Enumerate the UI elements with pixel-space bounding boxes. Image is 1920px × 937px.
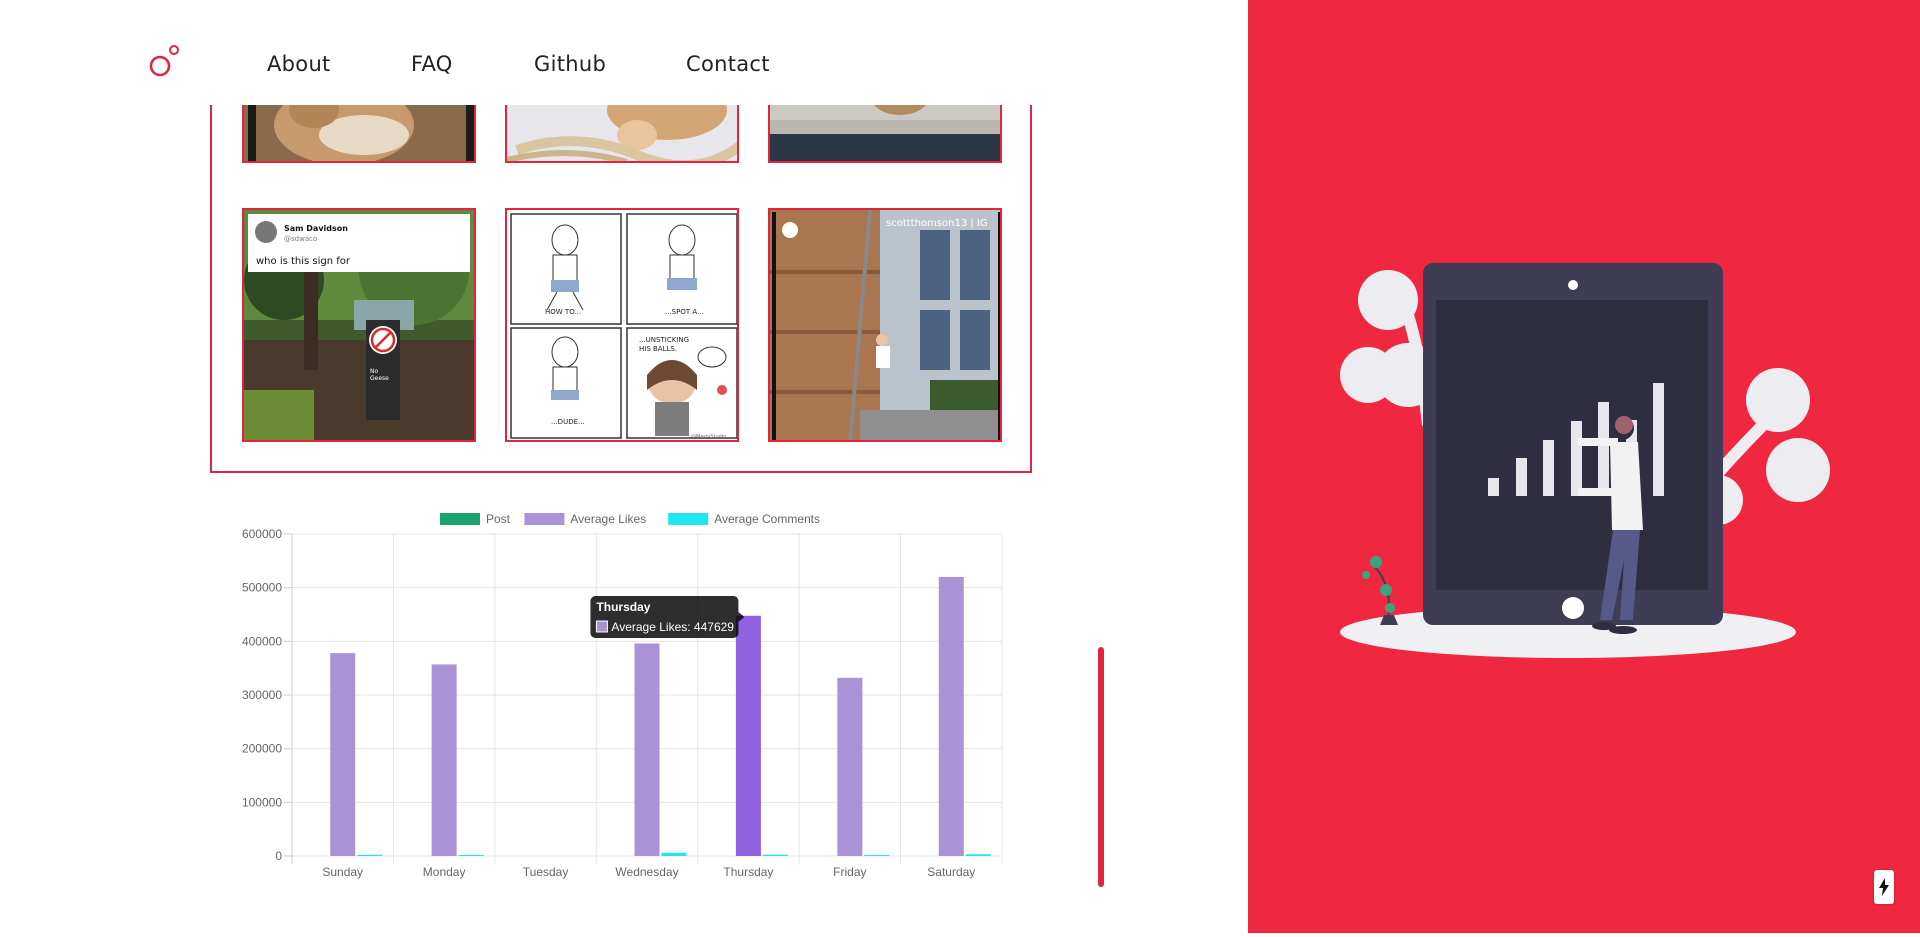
- tooltip-title: Thursday: [596, 600, 650, 614]
- lightning-icon[interactable]: [1874, 870, 1894, 904]
- x-tick-label: Thursday: [723, 865, 773, 879]
- legend-label-1: Average Likes: [570, 512, 646, 526]
- top-nav: About FAQ Github Contact: [0, 0, 1248, 105]
- post-gallery: Sam Davidson @sdwaco who is this sign fo…: [210, 60, 1032, 473]
- legend-label-0: Post: [486, 512, 511, 526]
- legend-swatch-1: [524, 513, 564, 525]
- video-caption: scottthomson13 | IG: [886, 218, 988, 229]
- y-tick-label: 0: [275, 849, 282, 863]
- scroll-indicator[interactable]: [1098, 647, 1104, 887]
- bar-average-likes: [635, 643, 660, 856]
- gallery-post-video[interactable]: scottthomson13 | IG: [768, 208, 1002, 442]
- bar-average-comments: [357, 855, 382, 856]
- tooltip-swatch: [596, 621, 607, 632]
- gallery-post-tweet[interactable]: Sam Davidson @sdwaco who is this sign fo…: [242, 208, 476, 442]
- comic-panel-2: ...SPOT A...: [665, 308, 704, 316]
- nav-github-link[interactable]: Github: [534, 52, 606, 76]
- tweet-text: who is this sign for: [256, 256, 350, 267]
- legend-swatch-0: [440, 513, 480, 525]
- y-tick-label: 200000: [242, 742, 282, 756]
- tweet-author: Sam Davidson: [284, 224, 348, 233]
- bar-average-comments: [966, 854, 991, 856]
- nav-about-link[interactable]: About: [267, 52, 331, 76]
- sign-text: No Geese: [370, 368, 396, 382]
- x-tick-label: Tuesday: [523, 865, 569, 879]
- bar-average-likes: [736, 616, 761, 856]
- gallery-post-comic[interactable]: HOW TO... ...SPOT A... ...DUDE... ...UNS…: [505, 208, 739, 442]
- nav-contact-link[interactable]: Contact: [686, 52, 770, 76]
- y-tick-label: 300000: [242, 688, 282, 702]
- y-tick-label: 400000: [242, 634, 282, 648]
- bar-average-comments: [662, 853, 687, 856]
- legend-swatch-2: [668, 513, 708, 525]
- y-tick-label: 500000: [242, 581, 282, 595]
- x-tick-label: Sunday: [322, 865, 363, 879]
- weekday-engagement-chart: Post Average Likes Average Comments 600000 5…: [232, 500, 1012, 890]
- comic-panel-1: HOW TO...: [545, 308, 581, 316]
- analytics-illustration: [1248, 0, 1920, 933]
- y-tick-label: 600000: [242, 527, 282, 541]
- comic-footer: @MerryStudio: [691, 434, 726, 440]
- comic-panel-3: ...DUDE...: [551, 418, 585, 426]
- x-tick-label: Monday: [423, 865, 466, 879]
- x-tick-label: Friday: [833, 865, 866, 879]
- x-tick-label: Saturday: [927, 865, 975, 879]
- x-tick-label: Wednesday: [615, 865, 678, 879]
- comic-panel-4: ...UNSTICKING HIS BALLS.: [639, 336, 703, 354]
- y-tick-label: 100000: [242, 795, 282, 809]
- bar-average-likes: [837, 678, 862, 856]
- logo-icon[interactable]: [148, 44, 184, 80]
- tweet-handle: @sdwaco: [284, 235, 317, 243]
- nav-faq-link[interactable]: FAQ: [411, 52, 453, 76]
- hero-illustration-panel: [1248, 0, 1920, 933]
- bar-average-comments: [763, 855, 788, 856]
- bar-average-comments: [459, 855, 484, 856]
- bar-average-likes: [432, 664, 457, 856]
- tooltip-label: Average Likes: 447629: [611, 620, 734, 634]
- chart-canvas[interactable]: Post Average Likes Average Comments 600000 5…: [232, 500, 1012, 890]
- bar-average-likes: [330, 653, 355, 856]
- bar-average-likes: [939, 577, 964, 856]
- left-panel: About FAQ Github Contact: [0, 0, 1248, 933]
- legend-label-2: Average Comments: [714, 512, 820, 526]
- bar-average-comments: [864, 855, 889, 856]
